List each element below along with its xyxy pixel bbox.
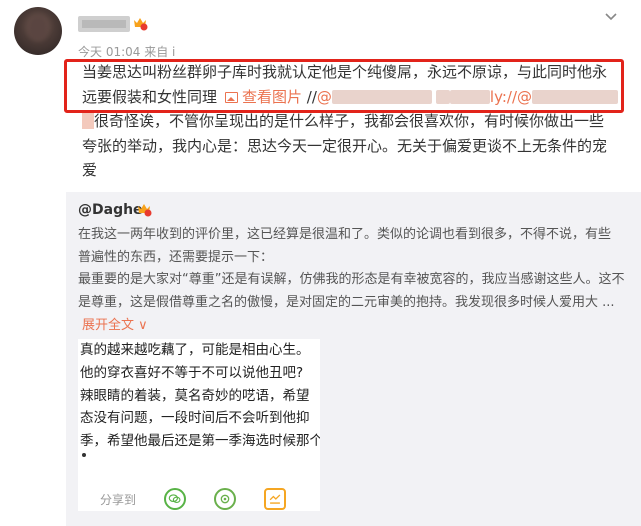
image-text-line: 态没有问题，一段时间后不会听到他抑 <box>80 410 310 427</box>
repost-line: 普遍性的东西，还需要提示一下： <box>78 249 274 265</box>
body-line: 当姜思达叫粉丝群卵子库时我就认定他是个纯傻屌，永远不原谅，与此同时他永 <box>82 63 608 81</box>
mention-blurred <box>532 89 619 104</box>
repost-username[interactable]: @Daghe <box>78 202 143 218</box>
bullet-dot <box>82 453 86 457</box>
mention-blurred <box>331 89 432 104</box>
username-blurred[interactable] <box>78 16 130 32</box>
chevron-down-icon[interactable] <box>604 10 618 24</box>
wechat-icon[interactable] <box>164 488 186 510</box>
body-line: 很奇怪诶，不管你呈现出的是什么样子，我都会很喜欢你，有时候你做出一些 <box>94 112 605 130</box>
mention-blurred <box>449 89 490 104</box>
post-header: 今天 01:04 来自 i <box>0 0 641 64</box>
qzone-icon[interactable] <box>264 488 286 510</box>
avatar[interactable] <box>14 7 62 55</box>
vip-badge-icon <box>134 18 148 31</box>
vip-badge-icon <box>138 204 152 217</box>
image-text-line: 真的越来越吃藕了，可能是相由心生。 <box>80 342 310 358</box>
repost-line: 最重要的是大家对“尊重”还是有误解，仿佛我的形态是有幸被宽容的，我应当感谢这些人… <box>78 272 625 287</box>
body-line-text: 远要假装和女性同理 <box>82 87 218 106</box>
view-image-link[interactable]: 查看图片 <box>217 88 302 106</box>
repost-separator-text: ly://@ <box>489 87 533 106</box>
post-meta: 今天 01:04 来自 i <box>78 45 176 59</box>
image-icon <box>225 91 239 103</box>
mention-blurred <box>435 89 450 104</box>
mention-link[interactable]: @ <box>317 88 432 106</box>
mention-link[interactable]: ly://@ <box>449 87 619 106</box>
repost-card[interactable]: @Daghe 在我这一两年收到的评价里，这已经算是很温和了。类似的论调也看到很多… <box>66 192 641 526</box>
repost-line: 在我这一两年收到的评价里，这已经算是很温和了。类似的论调也看到很多，不得不说，有… <box>78 227 612 242</box>
repost-body: 在我这一两年收到的评价里，这已经算是很温和了。类似的论调也看到很多，不得不说，有… <box>78 224 628 314</box>
image-text-line: 他的穿衣喜好不等于不可以说他丑吧? <box>80 364 304 381</box>
body-line: 远要假装和女性同理 查看图片 //@ ly://@ <box>82 85 622 110</box>
expand-full-text-link[interactable]: 展开全文 ∨ <box>82 314 148 333</box>
repost-line: 是尊重，这是假借尊重之名的傲慢，是对固定的二元审美的抱持。我发现很多时候人爱用大… <box>78 294 615 310</box>
share-label: 分享到 <box>100 493 137 507</box>
body-line: 爱 <box>82 161 98 179</box>
repost-separator: //@ ly://@ <box>302 87 619 106</box>
image-text-line: 季，希望他最后还是第一季海选时候那个 <box>80 433 320 450</box>
post-body: 当姜思达叫粉丝群卵子库时我就认定他是个纯傻屌，永远不原谅，与此同时他永 远要假装… <box>82 60 622 183</box>
moments-icon[interactable] <box>214 488 236 510</box>
body-line: 夸张的举动，我内心是：思达今天一定很开心。无关于偏爱更谈不上无条件的宠 <box>82 136 608 155</box>
view-image-label: 查看图片 <box>242 87 303 106</box>
image-text-line: 辣眼睛的着装，莫名奇妙的呓语，希望 <box>80 387 310 404</box>
repost-image[interactable]: 真的越来越吃藕了，可能是相由心生。 他的穿衣喜好不等于不可以说他丑吧? 辣眼睛的… <box>78 339 320 511</box>
blurred-fragment <box>82 113 94 129</box>
